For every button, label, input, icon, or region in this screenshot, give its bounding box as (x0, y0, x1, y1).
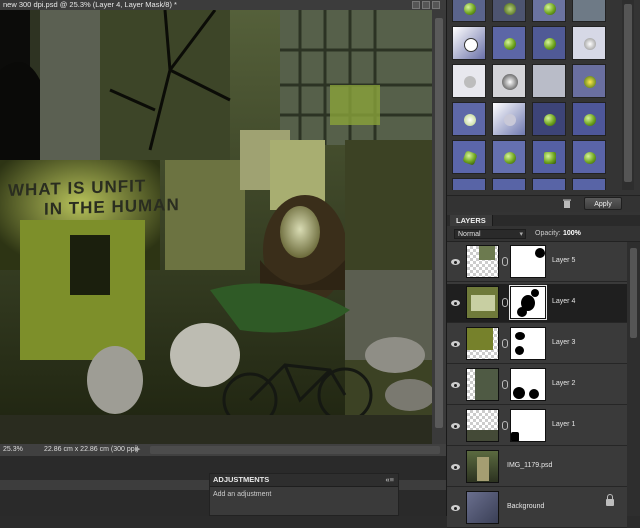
effect-thumbnail[interactable] (492, 64, 526, 98)
effect-thumbnail[interactable] (492, 26, 526, 60)
effect-thumbnail[interactable] (452, 26, 486, 60)
layer-row-layer-2[interactable]: Layer 2 (447, 366, 627, 405)
canvas-text: WHAT IS UNFIT IN THE HUMAN (8, 176, 180, 219)
apply-button[interactable]: Apply (584, 197, 622, 210)
effect-thumbnail[interactable] (532, 140, 566, 174)
panel-menu-icon[interactable]: «≡ (385, 474, 394, 486)
effect-thumbnail[interactable] (532, 102, 566, 136)
link-icon[interactable] (502, 421, 508, 430)
layer-thumbnail (466, 368, 499, 401)
adjustments-header[interactable]: ADJUSTMENTS «≡ (210, 474, 398, 487)
layer-name: IMG_1179.psd (507, 462, 553, 469)
scroll-thumb[interactable] (624, 4, 632, 182)
document-title: new 300 dpi.psd @ 25.3% (Layer 4, Layer … (3, 0, 177, 9)
layer-thumbnail (466, 327, 499, 360)
effects-thumbnail-grid (452, 0, 612, 190)
effect-thumbnail[interactable] (452, 140, 486, 174)
canvas-horizontal-scrollbar[interactable] (150, 446, 440, 454)
mask-thumbnail[interactable] (510, 368, 546, 401)
minimize-icon[interactable] (412, 1, 420, 9)
effect-thumbnail[interactable] (452, 102, 486, 136)
zoom-level[interactable]: 25.3% (3, 444, 23, 456)
effect-thumbnail[interactable] (532, 178, 566, 190)
layer-list: Layer 5 Layer 4 Layer 3 Layer 2 Layer 1 … (447, 242, 627, 528)
scroll-thumb[interactable] (630, 248, 637, 338)
effect-thumbnail[interactable] (492, 102, 526, 136)
mask-thumbnail[interactable] (510, 245, 546, 278)
collage-artwork (0, 10, 432, 444)
link-icon[interactable] (502, 380, 508, 389)
eye-icon[interactable] (451, 505, 460, 511)
layer-row-layer-4[interactable]: Layer 4 (447, 284, 627, 323)
opacity-value[interactable]: 100% (563, 229, 581, 239)
mask-thumbnail[interactable] (510, 327, 546, 360)
eye-icon[interactable] (451, 259, 460, 265)
effect-thumbnail[interactable] (572, 178, 606, 190)
blend-mode-select[interactable]: Normal (454, 229, 526, 240)
effect-thumbnail[interactable] (532, 26, 566, 60)
layer-thumbnail (466, 245, 499, 278)
effects-scrollbar[interactable] (622, 0, 634, 190)
document-size: 22.86 cm x 22.86 cm (300 ppi) (44, 446, 139, 453)
effect-thumbnail[interactable] (452, 178, 486, 190)
trash-icon[interactable] (563, 199, 571, 208)
scroll-thumb[interactable] (435, 18, 443, 428)
effect-thumbnail[interactable] (572, 140, 606, 174)
layer-row-layer-3[interactable]: Layer 3 (447, 325, 627, 364)
status-arrow-icon[interactable]: ▶ (135, 444, 140, 456)
effect-thumbnail[interactable] (492, 140, 526, 174)
eye-icon[interactable] (451, 341, 460, 347)
eye-icon[interactable] (451, 423, 460, 429)
link-icon[interactable] (502, 298, 508, 307)
eye-icon[interactable] (451, 464, 460, 470)
adjustments-hint: Add an adjustment (213, 491, 272, 498)
canvas-vertical-scrollbar[interactable] (432, 10, 446, 444)
document-title-bar[interactable]: new 300 dpi.psd @ 25.3% (Layer 4, Layer … (0, 0, 446, 10)
layer-name: Layer 4 (552, 298, 576, 305)
image-canvas[interactable]: WHAT IS UNFIT IN THE HUMAN (0, 10, 432, 444)
layer-name: Layer 5 (552, 257, 576, 264)
layer-row-layer-1[interactable]: Layer 1 (447, 407, 627, 446)
lock-icon (606, 494, 614, 506)
close-icon[interactable] (432, 1, 440, 9)
effect-thumbnail[interactable] (492, 0, 526, 22)
effect-thumbnail[interactable] (572, 102, 606, 136)
link-icon[interactable] (502, 257, 508, 266)
eye-icon[interactable] (451, 300, 460, 306)
layer-name: Background (507, 503, 545, 510)
layer-row-background[interactable]: Background (447, 489, 627, 528)
link-icon[interactable] (502, 339, 508, 348)
effect-thumbnail[interactable] (572, 26, 606, 60)
effect-thumbnail[interactable] (492, 178, 526, 190)
effect-thumbnail[interactable] (532, 0, 566, 22)
adjustments-panel: ADJUSTMENTS «≡ Add an adjustment (209, 473, 399, 516)
layer-name: Layer 1 (552, 421, 576, 428)
effect-thumbnail[interactable] (452, 64, 486, 98)
layer-row-layer-5[interactable]: Layer 5 (447, 243, 627, 282)
layer-name: Layer 3 (552, 339, 576, 346)
layers-scrollbar[interactable] (627, 242, 640, 516)
layer-thumbnail (466, 491, 499, 524)
effect-thumbnail[interactable] (532, 64, 566, 98)
mask-thumbnail[interactable] (510, 409, 546, 442)
layer-thumbnail (466, 286, 499, 319)
opacity-label: Opacity: (535, 230, 561, 237)
effect-thumbnail[interactable] (572, 0, 606, 22)
maximize-icon[interactable] (422, 1, 430, 9)
layer-row-img-1179[interactable]: IMG_1179.psd (447, 448, 627, 487)
effect-thumbnail[interactable] (452, 0, 486, 22)
effect-thumbnail[interactable] (572, 64, 606, 98)
layer-thumbnail (466, 450, 499, 483)
eye-icon[interactable] (451, 382, 460, 388)
mask-thumbnail[interactable] (509, 285, 547, 320)
tab-layers[interactable]: LAYERS (450, 215, 493, 226)
layer-name: Layer 2 (552, 380, 576, 387)
layer-thumbnail (466, 409, 499, 442)
